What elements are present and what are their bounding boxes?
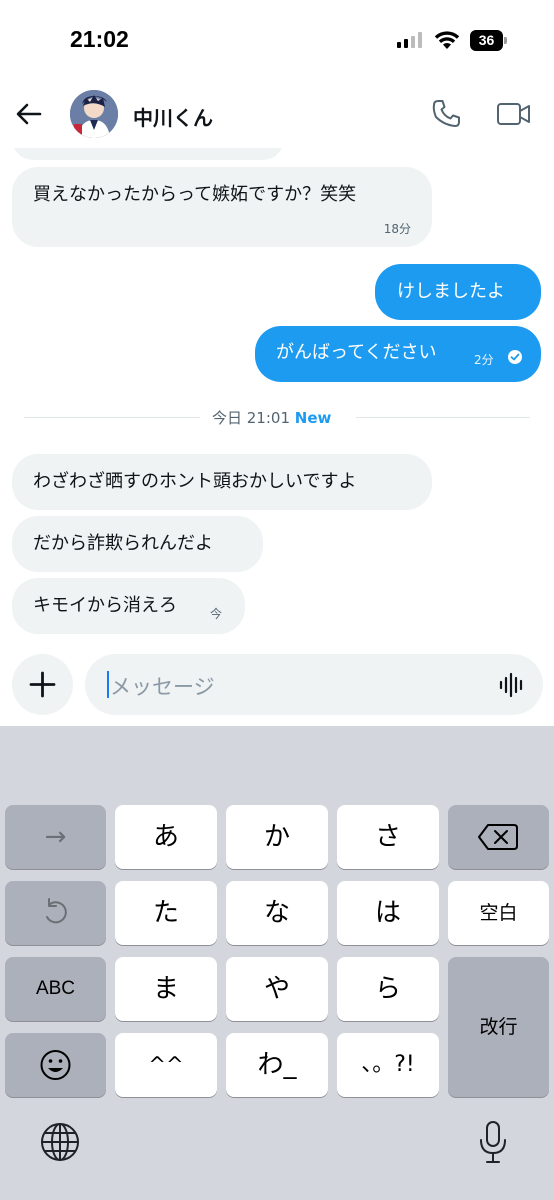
cellular-signal-icon	[397, 32, 425, 48]
message-text: けしましたよ	[397, 281, 505, 302]
message-bubble-received[interactable]: わざわざ晒すのホント頭おかしいですよ	[12, 454, 432, 510]
message-composer: メッセージ	[0, 648, 554, 726]
read-check-icon	[508, 350, 522, 364]
message-text: わざわざ晒すのホント頭おかしいですよ	[33, 471, 357, 492]
phone-icon	[432, 100, 460, 127]
message-bubble-received[interactable]: 買えなかったからって嫉妬ですか？笑笑 18分	[12, 167, 432, 247]
key-space[interactable]: 空白	[448, 881, 549, 945]
battery-level: 36	[470, 30, 503, 51]
back-arrow-icon	[16, 103, 42, 125]
message-list[interactable]: 買えなかったからって嫉妬ですか？笑笑 18分 けしましたよ がんばってください …	[0, 148, 554, 648]
message-input[interactable]: メッセージ	[85, 654, 543, 715]
plus-icon	[29, 671, 56, 698]
key-a[interactable]: あ	[115, 805, 217, 869]
text-cursor	[107, 671, 109, 698]
battery-icon: 36	[470, 30, 508, 51]
message-time: 18分	[383, 222, 411, 236]
divider-line	[356, 417, 530, 418]
divider-line	[24, 417, 200, 418]
key-undo[interactable]	[5, 881, 106, 945]
message-text: キモイから消えろ	[33, 595, 177, 616]
status-bar: 21:02 36	[0, 0, 554, 82]
key-abc[interactable]: ABC	[5, 957, 106, 1021]
message-bubble-sent[interactable]: けしましたよ	[375, 264, 541, 320]
avatar[interactable]	[70, 90, 118, 138]
voice-call-button[interactable]	[430, 98, 462, 130]
voice-waveform-icon	[499, 672, 523, 698]
message-bubble-sent[interactable]: がんばってください 2分	[255, 326, 541, 382]
delete-icon	[478, 824, 518, 850]
voice-message-button[interactable]	[497, 670, 527, 700]
message-text: 買えなかったからって嫉妬ですか？笑笑	[33, 184, 357, 205]
key-wa[interactable]: わ_	[226, 1033, 328, 1097]
emoji-icon	[40, 1050, 71, 1080]
message-bubble-received[interactable]: だから詐欺られんだよ	[12, 516, 263, 572]
key-ma[interactable]: ま	[115, 957, 217, 1021]
microphone-icon	[480, 1121, 506, 1163]
key-ra[interactable]: ら	[337, 957, 439, 1021]
key-ha[interactable]: は	[337, 881, 439, 945]
status-time: 21:02	[70, 26, 129, 52]
wifi-icon	[434, 30, 460, 50]
key-ya[interactable]: や	[226, 957, 328, 1021]
contact-name[interactable]: 中川くん	[133, 102, 213, 131]
message-bubble-received[interactable]: キモイから消えろ 今	[12, 578, 245, 634]
globe-icon	[41, 1123, 79, 1161]
message-text: だから詐欺られんだよ	[33, 533, 213, 554]
dictation-button[interactable]	[476, 1118, 510, 1166]
video-call-button[interactable]	[496, 99, 532, 129]
message-time: 2分	[474, 353, 494, 367]
key-next[interactable]: →	[5, 805, 106, 869]
key-delete[interactable]	[448, 805, 549, 869]
globe-button[interactable]	[38, 1120, 82, 1164]
divider-label: 今日 21:01	[212, 409, 290, 427]
key-ka[interactable]: か	[226, 805, 328, 869]
message-placeholder: メッセージ	[110, 675, 215, 699]
conversation-header: 中川くん	[0, 82, 554, 148]
japanese-keyboard: → あ か さ た な は 空白 ABC ま や ら 改行 ^^ わ_ 、。?!	[0, 726, 554, 1200]
message-time: 今	[210, 607, 223, 621]
back-button[interactable]	[12, 97, 46, 131]
key-ta[interactable]: た	[115, 881, 217, 945]
message-bubble-received[interactable]	[12, 148, 284, 160]
new-messages-divider: 今日 21:01 New	[212, 407, 331, 428]
add-attachment-button[interactable]	[12, 654, 73, 715]
key-return[interactable]: 改行	[448, 957, 549, 1097]
key-punctuation[interactable]: 、。?!	[337, 1033, 439, 1097]
key-kaomoji[interactable]: ^^	[115, 1033, 217, 1097]
key-sa[interactable]: さ	[337, 805, 439, 869]
message-text: がんばってください	[276, 342, 437, 363]
key-emoji[interactable]	[5, 1033, 106, 1097]
video-camera-icon	[497, 103, 530, 125]
key-na[interactable]: な	[226, 881, 328, 945]
new-badge: New	[294, 409, 332, 427]
undo-icon	[46, 898, 67, 924]
